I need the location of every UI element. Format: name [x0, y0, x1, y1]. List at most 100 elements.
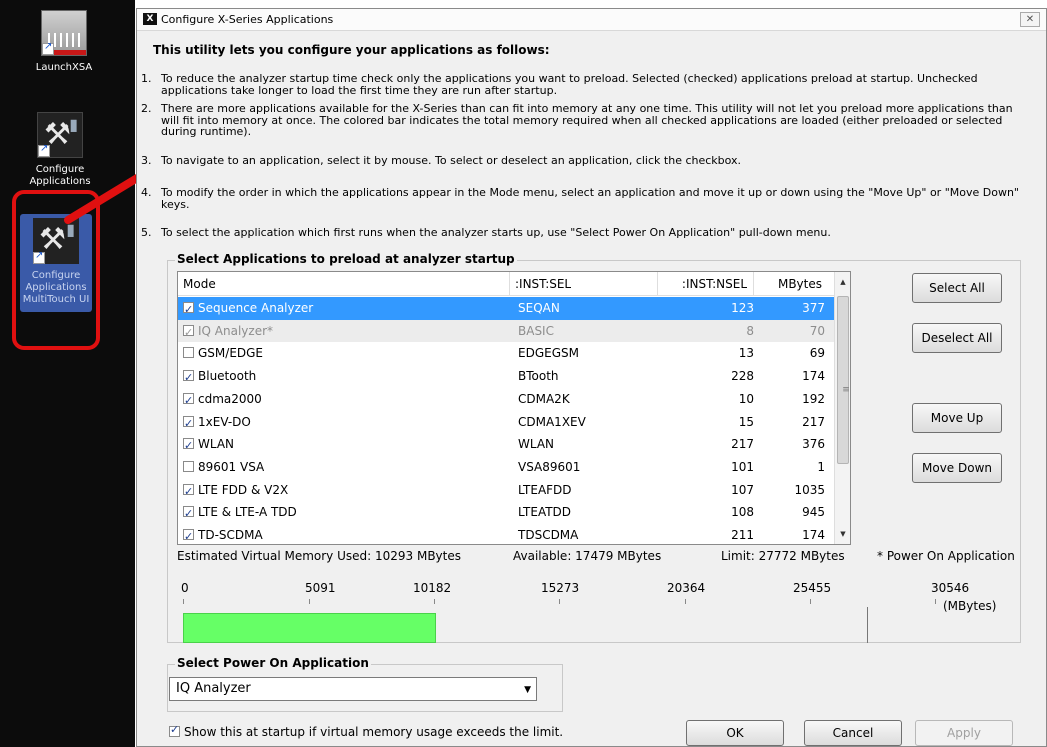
row-checkbox[interactable]: [183, 347, 194, 359]
mbytes-cell: 174: [802, 369, 825, 384]
scale-units: (MBytes): [943, 599, 997, 613]
scale-tick: [183, 599, 184, 604]
scroll-up-icon[interactable]: ▲: [835, 274, 851, 290]
launchxsa-icon: [41, 10, 87, 56]
scale-tick-label: 20364: [667, 581, 706, 595]
scroll-down-icon[interactable]: ▼: [835, 526, 851, 542]
mode-cell: IQ Analyzer*: [183, 320, 503, 344]
deselect-all-button[interactable]: Deselect All: [912, 323, 1002, 353]
title-bar[interactable]: X Configure X-Series Applications ✕: [137, 9, 1046, 31]
row-checkbox[interactable]: [183, 435, 194, 457]
close-button[interactable]: ✕: [1020, 12, 1040, 27]
inst-nsel-cell: 101: [731, 459, 754, 474]
configure-dialog: X Configure X-Series Applications ✕ This…: [136, 8, 1047, 747]
select-all-button[interactable]: Select All: [912, 273, 1002, 303]
mbytes-cell: 945: [802, 505, 825, 520]
power-on-group-label: Select Power On Application: [175, 656, 371, 670]
scale-tick: [685, 599, 686, 604]
checkbox-icon[interactable]: [169, 723, 180, 737]
row-checkbox[interactable]: [183, 390, 194, 412]
table-row[interactable]: GSM/EDGE EDGEGSM 13 69: [178, 342, 835, 365]
table-row[interactable]: IQ Analyzer* BASIC 8 70: [178, 319, 835, 344]
inst-nsel-cell: 123: [731, 301, 754, 315]
row-checkbox[interactable]: [183, 481, 194, 503]
launchxsa-shortcut[interactable]: LaunchXSA: [14, 10, 114, 74]
row-checkbox[interactable]: [183, 460, 194, 472]
power-on-application-select[interactable]: IQ Analyzer ▼: [169, 677, 537, 701]
row-checkbox[interactable]: [183, 299, 194, 321]
mode-label: IQ Analyzer*: [198, 323, 274, 338]
inst-sel-cell: TDSCDMA: [518, 528, 579, 542]
mode-label: 1xEV-DO: [198, 414, 251, 429]
mode-label: GSM/EDGE: [198, 346, 264, 361]
inst-nsel-cell: 15: [738, 414, 754, 429]
table-row[interactable]: WLAN WLAN 217 376: [178, 433, 835, 457]
memory-limit-text: Limit: 27772 MBytes: [721, 549, 845, 563]
inst-nsel-cell: 228: [731, 369, 754, 384]
column-header-inst-nsel[interactable]: :INST:NSEL: [658, 272, 754, 296]
column-header-mode[interactable]: Mode: [178, 272, 510, 296]
app-icon: X: [143, 13, 157, 25]
row-checkbox[interactable]: [183, 413, 194, 435]
preload-group-label: Select Applications to preload at analyz…: [175, 252, 517, 266]
scale-tick-label: 0: [181, 581, 189, 595]
column-header-mbytes[interactable]: MBytes: [754, 272, 835, 296]
mbytes-cell: 1: [817, 459, 825, 474]
move-down-button[interactable]: Move Down: [912, 453, 1002, 483]
inst-nsel-cell: 107: [731, 482, 754, 497]
table-row[interactable]: Sequence Analyzer SEQAN 123 377: [178, 297, 835, 321]
inst-sel-cell: SEQAN: [518, 301, 560, 315]
desktop-strip: LaunchXSA ⚒▮ Configure Applications ⚒▮ C…: [0, 0, 135, 747]
table-row[interactable]: LTE FDD & V2X LTEAFDD 107 1035: [178, 479, 835, 503]
application-table[interactable]: Mode :INST:SEL :INST:NSEL MBytes Sequenc…: [177, 271, 851, 548]
mode-cell: LTE & LTE-A TDD: [183, 501, 503, 525]
apply-button[interactable]: Apply: [915, 720, 1013, 746]
mbytes-cell: 69: [809, 346, 825, 361]
inst-nsel-cell: 217: [731, 437, 754, 452]
cancel-button[interactable]: Cancel: [804, 720, 902, 746]
scale-tick-label: 25455: [793, 581, 832, 595]
mode-label: TD-SCDMA: [198, 528, 263, 542]
memory-usage-bar: [183, 613, 437, 643]
row-checkbox[interactable]: [183, 322, 194, 344]
row-checkbox[interactable]: [183, 367, 194, 389]
mode-cell: TD-SCDMA: [183, 524, 503, 548]
scale-tick: [810, 599, 811, 604]
mode-cell: GSM/EDGE: [183, 342, 503, 365]
scale-tick: [935, 599, 936, 604]
table-row[interactable]: TD-SCDMA TDSCDMA 211 174: [178, 524, 835, 548]
configure-applications-multitouch-label: Configure Applications MultiTouch UI: [22, 270, 90, 305]
mode-label: 89601 VSA: [198, 459, 265, 474]
row-checkbox[interactable]: [183, 526, 194, 548]
table-row[interactable]: 1xEV-DO CDMA1XEV 15 217: [178, 411, 835, 435]
scroll-thumb[interactable]: ≡: [837, 296, 850, 464]
mode-cell: WLAN: [183, 433, 503, 457]
chevron-down-icon: ▼: [524, 685, 531, 695]
table-row[interactable]: 89601 VSA VSA89601 101 1: [178, 456, 835, 479]
memory-available-text: Available: 17479 MBytes: [513, 549, 662, 563]
memory-used-text: Estimated Virtual Memory Used: 10293 MBy…: [177, 549, 461, 563]
row-checkbox[interactable]: [183, 503, 194, 525]
mode-cell: LTE FDD & V2X: [183, 479, 503, 503]
mode-label: WLAN: [198, 437, 235, 452]
mode-cell: Bluetooth: [183, 365, 503, 389]
table-row[interactable]: Bluetooth BTooth 228 174: [178, 365, 835, 389]
move-up-button[interactable]: Move Up: [912, 403, 1002, 433]
intro-text: This utility lets you configure your app…: [153, 43, 550, 57]
inst-nsel-cell: 10: [738, 391, 754, 406]
show-at-startup-checkbox[interactable]: Show this at startup if virtual memory u…: [169, 723, 564, 739]
mbytes-cell: 192: [802, 391, 825, 406]
inst-sel-cell: LTEAFDD: [518, 482, 572, 497]
show-at-startup-label: Show this at startup if virtual memory u…: [184, 725, 564, 739]
table-row[interactable]: LTE & LTE-A TDD LTEATDD 108 945: [178, 501, 835, 525]
table-scrollbar[interactable]: ▲ ≡ ▼: [834, 272, 850, 544]
scale-tick: [559, 599, 560, 604]
inst-nsel-cell: 211: [731, 528, 754, 542]
scale-tick-label: 15273: [541, 581, 580, 595]
table-row[interactable]: cdma2000 CDMA2K 10 192: [178, 388, 835, 412]
scale-tick-label: 5091: [305, 581, 336, 595]
dialog-title: Configure X-Series Applications: [161, 13, 334, 26]
ok-button[interactable]: OK: [686, 720, 784, 746]
mode-label: Bluetooth: [198, 369, 257, 384]
column-header-inst-sel[interactable]: :INST:SEL: [510, 272, 658, 296]
